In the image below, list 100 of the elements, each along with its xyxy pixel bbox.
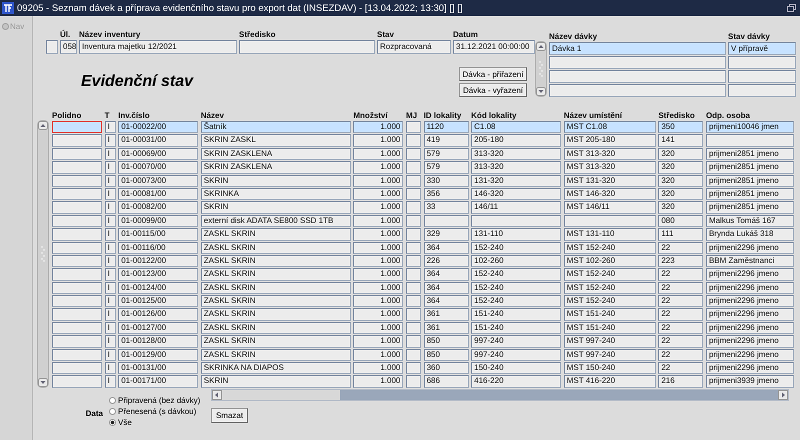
quantity-cell[interactable]: 1.000 — [353, 335, 404, 348]
location-id-cell[interactable]: 361 — [424, 322, 469, 334]
inventory-number-cell[interactable]: 01-00125/00 — [118, 295, 198, 308]
type-cell[interactable]: I — [104, 174, 116, 187]
responsible-person-cell[interactable]: BBM Zaměstnanci — [706, 254, 794, 268]
unit-cell[interactable] — [406, 174, 421, 187]
cost-center-cell[interactable]: 22 — [658, 295, 704, 308]
unit-cell[interactable] — [406, 214, 421, 228]
location-name-cell[interactable]: MST 151-240 — [564, 308, 656, 321]
polidno-cell[interactable] — [52, 228, 102, 241]
name-cell[interactable]: ZASKL SKRIN — [200, 308, 351, 321]
location-name-cell[interactable]: MST 997-240 — [564, 348, 656, 362]
polidno-cell[interactable] — [52, 134, 102, 147]
polidno-cell[interactable] — [52, 282, 102, 294]
type-cell[interactable]: I — [104, 121, 116, 134]
polidno-cell[interactable] — [52, 335, 102, 348]
name-cell[interactable]: ZASKL SKRIN — [200, 268, 351, 281]
quantity-cell[interactable]: 1.000 — [353, 201, 404, 214]
location-code-cell[interactable]: 151-240 — [471, 322, 562, 334]
name-cell[interactable]: ZASKL SKRIN — [200, 348, 351, 362]
batch-name-cell[interactable]: Dávka 1 — [549, 42, 726, 55]
responsible-person-cell[interactable] — [706, 134, 794, 147]
location-code-cell[interactable]: 152-240 — [471, 282, 562, 294]
polidno-cell[interactable] — [52, 201, 102, 214]
unit-cell[interactable] — [406, 348, 421, 362]
name-cell[interactable]: Šatník — [200, 121, 351, 134]
vertical-scrollbar[interactable] — [535, 41, 547, 97]
quantity-cell[interactable]: 1.000 — [353, 308, 404, 321]
name-cell[interactable]: ZASKL SKRIN — [200, 335, 351, 348]
name-cell[interactable]: SKRINKA — [200, 188, 351, 200]
cost-center-cell[interactable]: 22 — [658, 268, 704, 281]
type-cell[interactable]: I — [104, 201, 116, 214]
location-name-cell[interactable] — [564, 214, 656, 228]
inventory-number-cell[interactable]: 01-00171/00 — [118, 375, 198, 388]
cost-center-cell[interactable]: 320 — [658, 188, 704, 200]
location-name-cell[interactable]: MST 152-240 — [564, 268, 656, 281]
unit-cell[interactable] — [406, 375, 421, 388]
cost-center-cell[interactable]: 22 — [658, 348, 704, 362]
location-name-cell[interactable]: MST 313-320 — [564, 148, 656, 160]
name-cell[interactable]: SKRINKA NA DIAPOS — [200, 362, 351, 374]
type-cell[interactable]: I — [104, 362, 116, 374]
unit-cell[interactable] — [406, 282, 421, 294]
location-code-cell[interactable]: C1.08 — [471, 121, 562, 134]
inventory-number-cell[interactable]: 01-00131/00 — [118, 362, 198, 374]
cost-center-cell[interactable]: 216 — [658, 375, 704, 388]
type-cell[interactable]: I — [104, 214, 116, 228]
location-id-cell[interactable]: 33 — [424, 201, 469, 214]
cost-center-cell[interactable]: 320 — [658, 201, 704, 214]
location-id-cell[interactable]: 364 — [424, 242, 469, 254]
responsible-person-cell[interactable]: prijmeni2296 jmeno — [706, 282, 794, 294]
cost-center-cell[interactable]: 22 — [658, 308, 704, 321]
location-code-cell[interactable]: 131-110 — [471, 228, 562, 241]
polidno-cell[interactable] — [52, 121, 102, 134]
quantity-cell[interactable]: 1.000 — [353, 161, 404, 174]
inventory-number-cell[interactable]: 01-00082/00 — [118, 201, 198, 214]
location-id-cell[interactable]: 329 — [424, 228, 469, 241]
inventory-number-cell[interactable]: 01-00099/00 — [118, 214, 198, 228]
location-name-cell[interactable]: MST 146/11 — [564, 201, 656, 214]
radio-option[interactable]: Vše — [109, 418, 200, 427]
polidno-cell[interactable] — [52, 148, 102, 160]
name-cell[interactable]: ZASKL SKRIN — [200, 242, 351, 254]
responsible-person-cell[interactable]: prijmeni2296 jmeno — [706, 348, 794, 362]
type-cell[interactable]: I — [104, 228, 116, 241]
field-cell[interactable]: Rozpracovaná — [377, 40, 451, 54]
quantity-cell[interactable]: 1.000 — [353, 188, 404, 200]
location-code-cell[interactable]: 997-240 — [471, 348, 562, 362]
empty-cell[interactable] — [549, 56, 726, 69]
name-cell[interactable]: SKRIN — [200, 201, 351, 214]
name-cell[interactable]: SKRIN ZASKLENA — [200, 161, 351, 174]
polidno-cell[interactable] — [52, 161, 102, 174]
inventory-number-cell[interactable]: 01-00081/00 — [118, 188, 198, 200]
cost-center-cell[interactable]: 080 — [658, 214, 704, 228]
unit-cell[interactable] — [406, 322, 421, 334]
type-cell[interactable]: I — [104, 295, 116, 308]
location-id-cell[interactable]: 850 — [424, 348, 469, 362]
inventory-number-cell[interactable]: 01-00069/00 — [118, 148, 198, 160]
location-name-cell[interactable]: MST 997-240 — [564, 335, 656, 348]
location-code-cell[interactable]: 152-240 — [471, 242, 562, 254]
inventory-number-cell[interactable]: 01-00073/00 — [118, 174, 198, 187]
unit-cell[interactable] — [406, 242, 421, 254]
empty-cell[interactable] — [549, 84, 726, 97]
type-cell[interactable]: I — [104, 348, 116, 362]
unit-cell[interactable] — [406, 362, 421, 374]
inventory-number-cell[interactable]: 01-00126/00 — [118, 308, 198, 321]
polidno-cell[interactable] — [52, 242, 102, 254]
location-name-cell[interactable]: MST 205-180 — [564, 134, 656, 147]
location-id-cell[interactable]: 419 — [424, 134, 469, 147]
type-cell[interactable]: I — [104, 282, 116, 294]
location-code-cell[interactable]: 131-320 — [471, 174, 562, 187]
location-id-cell[interactable]: 364 — [424, 295, 469, 308]
name-cell[interactable]: ZASKL SKRIN — [200, 295, 351, 308]
inventory-number-cell[interactable]: 01-00070/00 — [118, 161, 198, 174]
polidno-cell[interactable] — [52, 295, 102, 308]
location-name-cell[interactable]: MST 152-240 — [564, 282, 656, 294]
polidno-cell[interactable] — [52, 322, 102, 334]
location-id-cell[interactable]: 226 — [424, 254, 469, 268]
quantity-cell[interactable]: 1.000 — [353, 375, 404, 388]
radio-button[interactable] — [109, 396, 116, 404]
location-id-cell[interactable]: 1120 — [424, 121, 469, 134]
type-cell[interactable]: I — [104, 188, 116, 200]
